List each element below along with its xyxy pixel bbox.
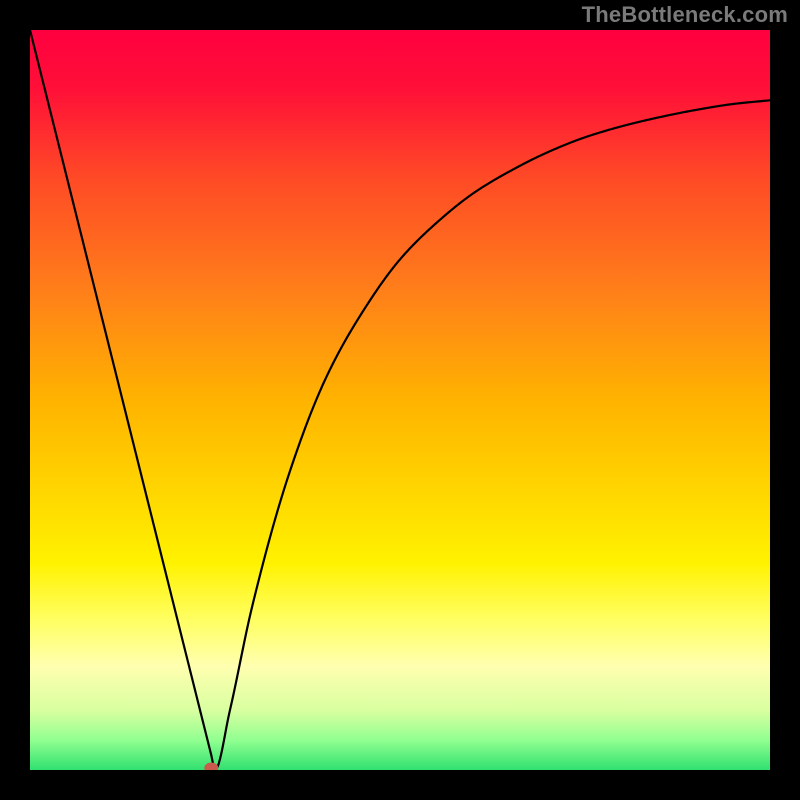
bottleneck-curve-chart <box>30 30 770 770</box>
watermark-text: TheBottleneck.com <box>582 2 788 28</box>
plot-area <box>30 30 770 770</box>
chart-stage: TheBottleneck.com <box>0 0 800 800</box>
gradient-background <box>30 30 770 770</box>
